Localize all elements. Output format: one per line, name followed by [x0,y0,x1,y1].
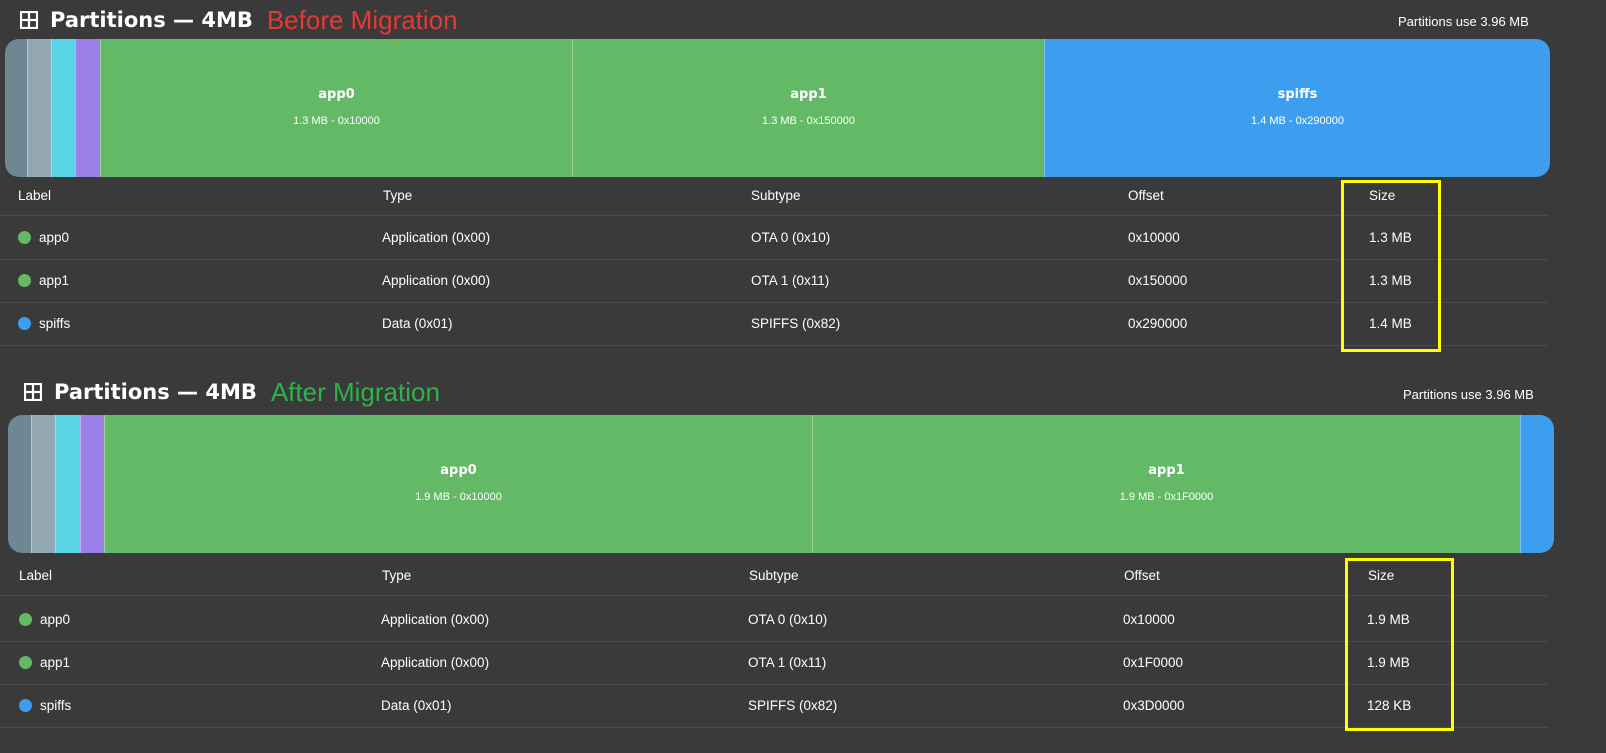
table-row[interactable]: spiffs Data (0x01) SPIFFS (0x82) 0x29000… [0,302,1548,346]
header-offset: Offset [1128,188,1164,203]
segment-name: app1 [1148,463,1185,478]
migration-state-label: After Migration [270,376,440,407]
row-label: app1 [19,641,70,684]
partition-segment-nvs[interactable] [27,39,51,177]
partition-segment-phy[interactable] [75,39,100,177]
row-offset: 0x290000 [1128,316,1188,331]
partition-table: Label Type Subtype Offset Size app0 Appl… [0,177,1548,347]
header-subtype: Subtype [751,188,801,203]
table-row[interactable]: app0 Application (0x00) OTA 0 (0x10) 0x1… [0,598,1548,642]
page-title: Partitions — 4MB [54,380,257,404]
row-label: spiffs [19,684,71,727]
row-size: 1.3 MB [1369,273,1412,288]
segment-name: app0 [318,87,355,102]
row-offset: 0x1F0000 [1123,655,1184,670]
partition-segment-spiffs[interactable]: spiffs 1.4 MB - 0x290000 [1044,39,1550,177]
header-type: Type [382,568,412,583]
segment-detail: 1.9 MB - 0x1F0000 [1119,491,1214,503]
table-row[interactable]: app0 Application (0x00) OTA 0 (0x10) 0x1… [0,216,1548,260]
partition-segment-bootloader[interactable] [5,39,27,177]
partitions-panel-after: Partitions — 4MB After Migration Partiti… [0,377,1606,753]
page-title: Partitions — 4MB [50,8,253,32]
header-label: Label [18,188,52,203]
row-size: 1.4 MB [1369,316,1412,331]
table-row[interactable]: app1 Application (0x00) OTA 1 (0x11) 0x1… [0,641,1548,685]
row-label: app0 [18,216,69,259]
partition-usage-text: Partitions use 3.96 MB [1403,387,1534,402]
row-offset: 0x3D0000 [1123,698,1185,713]
header-label: Label [19,568,53,583]
header-type: Type [383,188,413,203]
partition-table: Label Type Subtype Offset Size app0 Appl… [0,557,1548,729]
row-type: Data (0x01) [382,316,453,331]
row-type: Application (0x00) [381,612,490,627]
table-header-row: Label Type Subtype Offset Size [0,557,1548,596]
row-size: 1.9 MB [1367,655,1410,670]
partition-bar: app0 1.3 MB - 0x10000 app1 1.3 MB - 0x15… [5,39,1550,177]
row-subtype: SPIFFS (0x82) [748,698,838,713]
table-row[interactable]: spiffs Data (0x01) SPIFFS (0x82) 0x3D000… [0,684,1548,728]
segment-detail: 1.3 MB - 0x150000 [762,115,855,127]
row-type: Data (0x01) [381,698,452,713]
panel-title-row: Partitions — 4MB After Migration [23,372,440,412]
row-size: 1.9 MB [1367,612,1410,627]
status-dot-icon [19,655,32,669]
segment-detail: 1.4 MB - 0x290000 [1251,115,1344,127]
status-dot-icon [18,316,31,330]
segment-name: app1 [790,87,827,102]
status-dot-icon [19,612,32,626]
row-type: Application (0x00) [382,230,491,245]
status-dot-icon [18,230,31,244]
row-offset: 0x150000 [1128,273,1188,288]
row-subtype: OTA 1 (0x11) [751,273,830,288]
partition-segment-phy[interactable] [80,415,104,553]
partition-segment-app1[interactable]: app1 1.9 MB - 0x1F0000 [812,415,1520,553]
migration-state-label: Before Migration [266,4,458,35]
row-type: Application (0x00) [382,273,491,288]
table-grid-icon [19,10,39,30]
table-row[interactable]: app1 Application (0x00) OTA 1 (0x11) 0x1… [0,259,1548,303]
partition-segment-spiffs[interactable] [1520,415,1554,553]
row-type: Application (0x00) [381,655,490,670]
table-header-row: Label Type Subtype Offset Size [0,177,1548,216]
partition-segment-app1[interactable]: app1 1.3 MB - 0x150000 [572,39,1044,177]
partition-segment-app0[interactable]: app0 1.9 MB - 0x10000 [104,415,812,553]
segment-name: app0 [440,463,477,478]
row-label: app1 [18,259,69,302]
partition-bar: app0 1.9 MB - 0x10000 app1 1.9 MB - 0x1F… [8,415,1554,553]
segment-detail: 1.9 MB - 0x10000 [415,491,502,503]
segment-name: spiffs [1277,87,1318,102]
row-label: app0 [19,598,70,641]
partition-segment-nvs[interactable] [31,415,55,553]
row-label: spiffs [18,302,70,345]
row-subtype: OTA 0 (0x10) [751,230,831,245]
row-subtype: SPIFFS (0x82) [751,316,841,331]
partition-segment-bootloader[interactable] [8,415,31,553]
header-size: Size [1368,568,1395,583]
row-subtype: OTA 0 (0x10) [748,612,828,627]
status-dot-icon [19,698,32,712]
panel-title-row: Partitions — 4MB Before Migration [19,0,458,40]
partition-segment-app0[interactable]: app0 1.3 MB - 0x10000 [100,39,572,177]
table-grid-icon [23,382,43,402]
partition-usage-text: Partitions use 3.96 MB [1398,14,1529,29]
status-dot-icon [18,273,31,287]
partitions-panel-before: Partitions — 4MB Before Migration Partit… [0,0,1606,365]
segment-detail: 1.3 MB - 0x10000 [293,115,380,127]
row-offset: 0x10000 [1128,230,1180,245]
header-offset: Offset [1124,568,1160,583]
partition-segment-otadata[interactable] [51,39,75,177]
row-offset: 0x10000 [1123,612,1175,627]
partition-segment-otadata[interactable] [55,415,80,553]
row-size: 1.3 MB [1369,230,1412,245]
row-size: 128 KB [1367,698,1412,713]
row-subtype: OTA 1 (0x11) [748,655,827,670]
header-size: Size [1369,188,1396,203]
header-subtype: Subtype [749,568,799,583]
